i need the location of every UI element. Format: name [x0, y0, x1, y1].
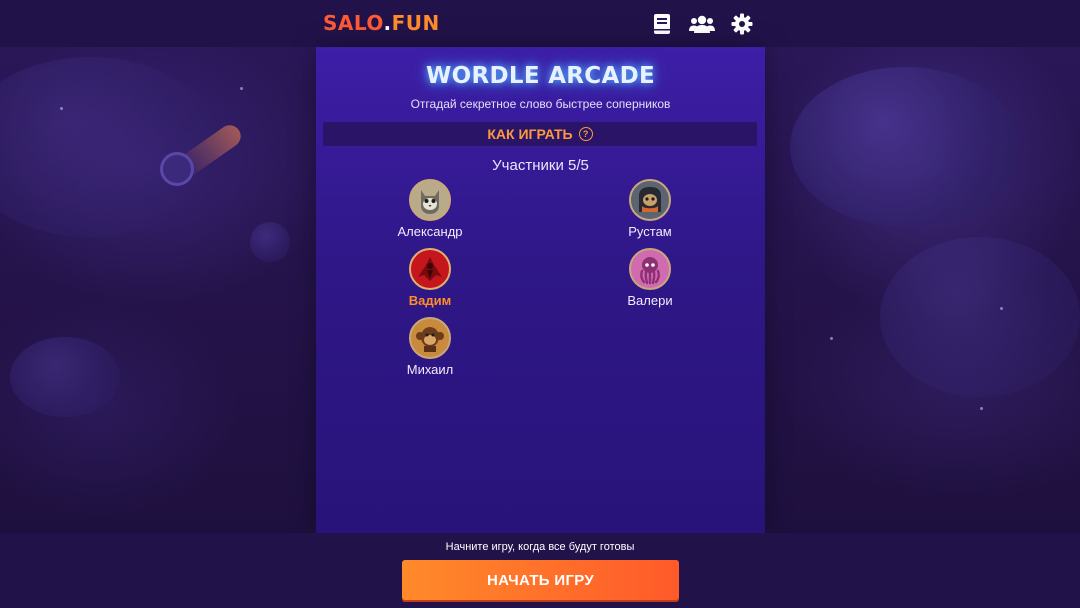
- player-card: Рустам: [590, 179, 710, 239]
- red-figure-avatar: [409, 248, 451, 290]
- logo-text-salo: SALO: [323, 11, 384, 35]
- logo-text-dot: .: [383, 11, 392, 35]
- top-bar: SALO.FUN: [0, 0, 1080, 47]
- planet-decoration: [10, 337, 120, 417]
- player-card: Валери: [590, 248, 710, 308]
- rocket-decoration: [160, 152, 194, 186]
- bottom-bar: Начните игру, когда все будут готовы НАЧ…: [0, 533, 1080, 608]
- game-lobby-panel: WORDLE ARCADE Отгадай секретное слово бы…: [316, 47, 765, 533]
- participants-count: Участники 5/5: [492, 157, 589, 174]
- game-title: WORDLE ARCADE: [426, 63, 655, 89]
- player-card: Вадим: [370, 248, 490, 308]
- star-decoration: [830, 337, 833, 340]
- start-game-button[interactable]: НАЧАТЬ ИГРУ: [402, 560, 679, 600]
- how-to-play-button[interactable]: КАК ИГРАТЬ ?: [323, 122, 757, 146]
- site-logo[interactable]: SALO.FUN: [323, 11, 440, 35]
- player-name: Рустам: [628, 224, 672, 239]
- star-decoration: [240, 87, 243, 90]
- book-icon[interactable]: [650, 12, 674, 36]
- users-icon[interactable]: [688, 12, 716, 36]
- octopus-avatar: [629, 248, 671, 290]
- player-name-current-user: Вадим: [408, 293, 452, 308]
- player-card: Михаил: [370, 317, 490, 377]
- penguin-avatar: [629, 179, 671, 221]
- how-to-play-label: КАК ИГРАТЬ: [487, 126, 573, 142]
- gear-icon[interactable]: [730, 12, 754, 36]
- player-name: Валери: [627, 293, 673, 308]
- start-hint: Начните игру, когда все будут готовы: [445, 541, 635, 553]
- player-card: Александр: [370, 179, 490, 239]
- star-decoration: [60, 107, 63, 110]
- logo-text-fun: FUN: [391, 11, 440, 35]
- star-decoration: [980, 407, 983, 410]
- star-decoration: [1000, 307, 1003, 310]
- player-name: Михаил: [406, 362, 454, 377]
- planet-decoration: [0, 57, 220, 237]
- player-name: Александр: [397, 224, 463, 239]
- planet-decoration: [790, 67, 1020, 227]
- help-icon: ?: [578, 127, 593, 141]
- planet-decoration: [880, 237, 1080, 397]
- monkey-avatar: [409, 317, 451, 359]
- planet-decoration: [250, 222, 290, 262]
- cat-avatar: [409, 179, 451, 221]
- header-icons: [650, 12, 754, 36]
- game-subtitle: Отгадай секретное слово быстрее соперник…: [410, 97, 671, 111]
